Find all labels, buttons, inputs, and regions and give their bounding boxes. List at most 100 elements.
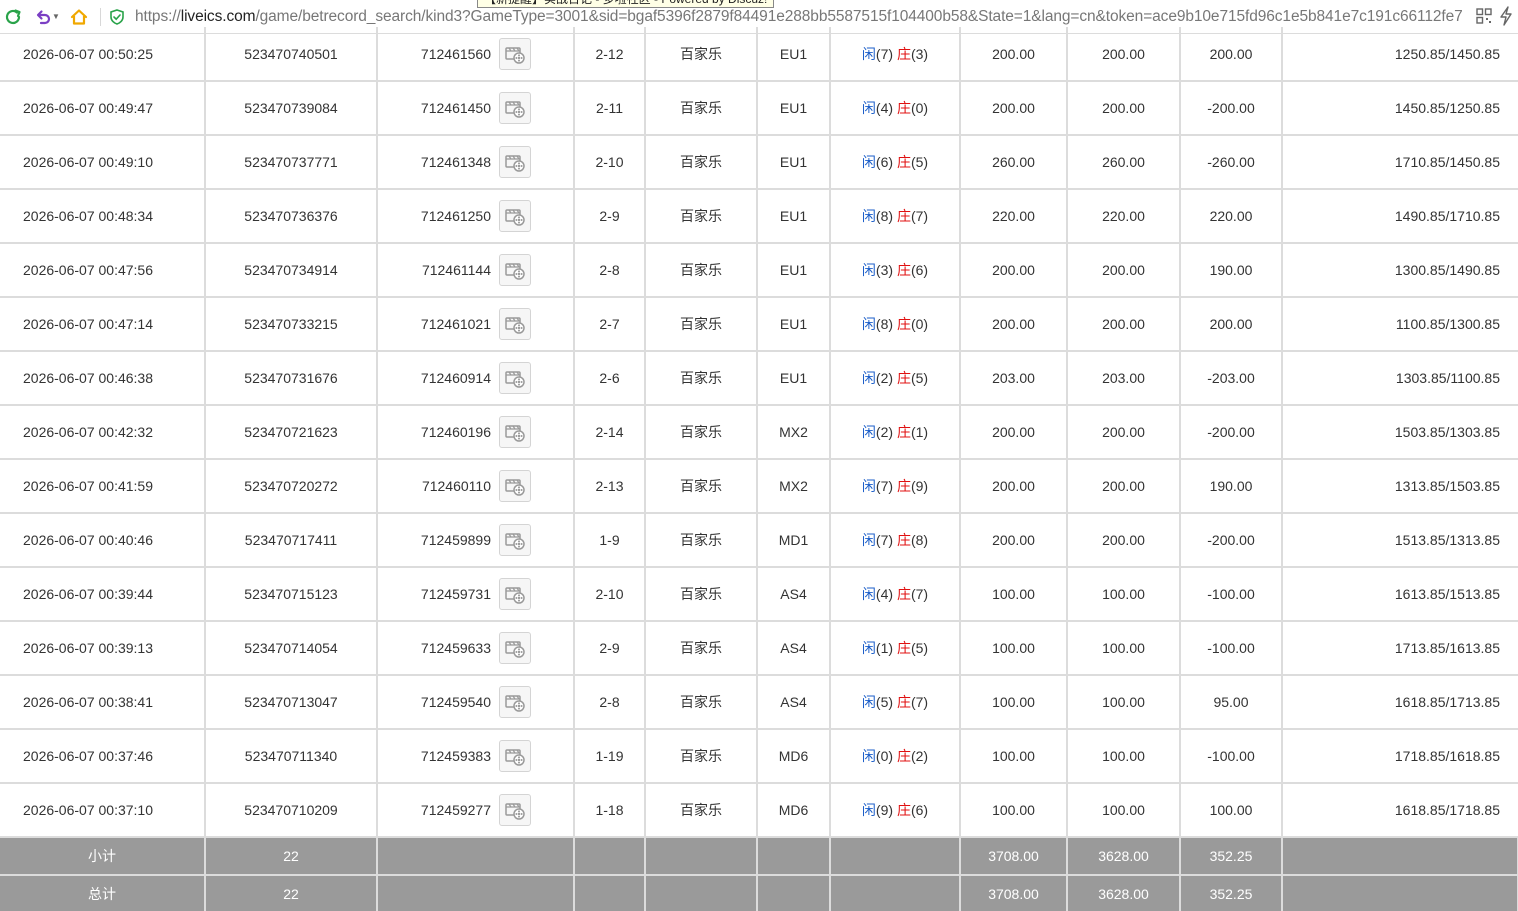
url-path: /game/betrecord_search/kind3?GameType=30… — [255, 7, 1463, 25]
bet-amount: 200.00 — [960, 459, 1068, 514]
table-row: 2026-06-07 00:38:41 523470713047 712459540… — [0, 675, 1518, 730]
bet-time: 2026-06-07 00:39:44 — [0, 567, 206, 622]
banker-label: 庄 — [896, 45, 911, 62]
video-replay-icon[interactable] — [499, 37, 531, 70]
result-cell: 闲(4) 庄(7) — [830, 567, 961, 622]
banker-score: (9) — [910, 478, 929, 494]
game-name: 百家乐 — [645, 135, 758, 190]
win-amount: -200.00 — [1180, 81, 1283, 136]
bet-amount: 260.00 — [960, 135, 1068, 190]
balance: 1613.85/1513.85 — [1282, 567, 1518, 622]
bet-id: 523470713047 — [205, 675, 378, 730]
player-label: 闲 — [861, 424, 876, 440]
balance: 1300.85/1490.85 — [1282, 243, 1518, 298]
bet-id: 523470714054 — [205, 621, 378, 676]
table-no: 2-7 — [574, 297, 646, 352]
video-replay-icon[interactable] — [499, 524, 531, 556]
balance: 1250.85/1450.85 — [1282, 27, 1518, 82]
banker-score: (6) — [910, 262, 929, 278]
lightning-icon[interactable] — [1498, 6, 1514, 26]
banker-label: 庄 — [896, 478, 911, 494]
video-replay-icon[interactable] — [499, 578, 531, 610]
video-replay-icon[interactable] — [499, 632, 531, 664]
valid-amount: 203.00 — [1067, 351, 1181, 406]
win-amount: 190.00 — [1180, 459, 1283, 514]
video-replay-icon[interactable] — [499, 308, 531, 340]
empty-cell — [1282, 837, 1518, 876]
table-row: 2026-06-07 00:49:47 523470739084 712461450… — [0, 81, 1518, 136]
refresh-icon[interactable] — [2, 6, 24, 28]
win-amount: -203.00 — [1180, 351, 1283, 406]
banker-label: 庄 — [896, 370, 911, 386]
player-score: (7) — [875, 45, 894, 62]
shield-icon[interactable] — [109, 8, 125, 25]
video-replay-icon[interactable] — [499, 200, 531, 232]
bet-time: 2026-06-07 00:37:46 — [0, 729, 206, 784]
bet-id: 523470731676 — [205, 351, 378, 406]
banker-label: 庄 — [896, 748, 911, 764]
bet-amount: 100.00 — [960, 567, 1068, 622]
game-name: 百家乐 — [645, 459, 758, 514]
win-amount: -260.00 — [1180, 135, 1283, 190]
round-cell: 712459731 — [377, 567, 575, 622]
game-name: 百家乐 — [645, 567, 758, 622]
bet-id: 523470721623 — [205, 405, 378, 460]
video-replay-icon[interactable] — [499, 254, 531, 286]
video-replay-icon[interactable] — [499, 470, 531, 502]
round-cell: 712459540 — [377, 675, 575, 730]
bet-id: 523470737771 — [205, 135, 378, 190]
round-cell: 712460196 — [377, 405, 575, 460]
page-title-tooltip: 【新提醒】实战日记 - 多啦社区 - Powered by Discuz! — [477, 0, 775, 8]
banker-score: (3) — [910, 45, 929, 62]
address-bar[interactable]: https://liveics.com/game/betrecord_searc… — [135, 8, 1463, 26]
video-replay-icon[interactable] — [499, 794, 531, 826]
balance: 1503.85/1303.85 — [1282, 405, 1518, 460]
win-amount: -100.00 — [1180, 729, 1283, 784]
banker-label: 庄 — [896, 802, 911, 818]
round-cell: 712459277 — [377, 783, 575, 838]
video-replay-icon[interactable] — [499, 416, 531, 448]
table-no: 2-8 — [574, 675, 646, 730]
banker-label: 庄 — [896, 694, 911, 710]
win-amount: 190.00 — [1180, 243, 1283, 298]
qr-code-icon[interactable] — [1476, 8, 1492, 24]
balance: 1513.85/1313.85 — [1282, 513, 1518, 568]
round-cell: 712460914 — [377, 351, 575, 406]
subtotal-win: 352.25 — [1180, 837, 1283, 876]
balance: 1713.85/1613.85 — [1282, 621, 1518, 676]
result-cell: 闲(7) 庄(3) — [830, 27, 961, 82]
banker-label: 庄 — [896, 640, 911, 656]
round-cell: 712461144 — [377, 243, 575, 298]
bet-time: 2026-06-07 00:41:59 — [0, 459, 206, 514]
table-no: 2-9 — [574, 189, 646, 244]
video-replay-icon[interactable] — [499, 362, 531, 394]
video-replay-icon[interactable] — [499, 740, 531, 772]
balance: 1100.85/1300.85 — [1282, 297, 1518, 352]
round-cell: 712461348 — [377, 135, 575, 190]
banker-label: 庄 — [896, 532, 911, 548]
total-label: 总计 — [0, 875, 206, 911]
empty-cell — [574, 875, 646, 911]
round-id: 712459899 — [420, 532, 491, 548]
video-replay-icon[interactable] — [499, 92, 531, 124]
player-score: (3) — [875, 262, 894, 278]
empty-cell — [645, 837, 758, 876]
player-label: 闲 — [861, 640, 876, 656]
player-score: (0) — [875, 748, 894, 764]
chevron-down-icon[interactable]: ▼ — [52, 12, 60, 21]
round-id: 712461144 — [421, 262, 491, 278]
win-amount: -200.00 — [1180, 405, 1283, 460]
bet-id: 523470710209 — [205, 783, 378, 838]
undo-icon[interactable] — [32, 6, 54, 28]
result-cell: 闲(7) 庄(8) — [830, 513, 961, 568]
result-cell: 闲(8) 庄(0) — [830, 297, 961, 352]
total-count: 22 — [205, 875, 378, 911]
banker-score: (1) — [910, 424, 929, 440]
table-row: 2026-06-07 00:42:32 523470721623 712460196… — [0, 405, 1518, 460]
game-name: 百家乐 — [645, 405, 758, 460]
video-replay-icon[interactable] — [499, 146, 531, 178]
round-id: 712459633 — [420, 640, 491, 656]
video-replay-icon[interactable] — [499, 686, 531, 718]
banker-label: 庄 — [896, 154, 911, 170]
home-icon[interactable] — [68, 6, 90, 28]
